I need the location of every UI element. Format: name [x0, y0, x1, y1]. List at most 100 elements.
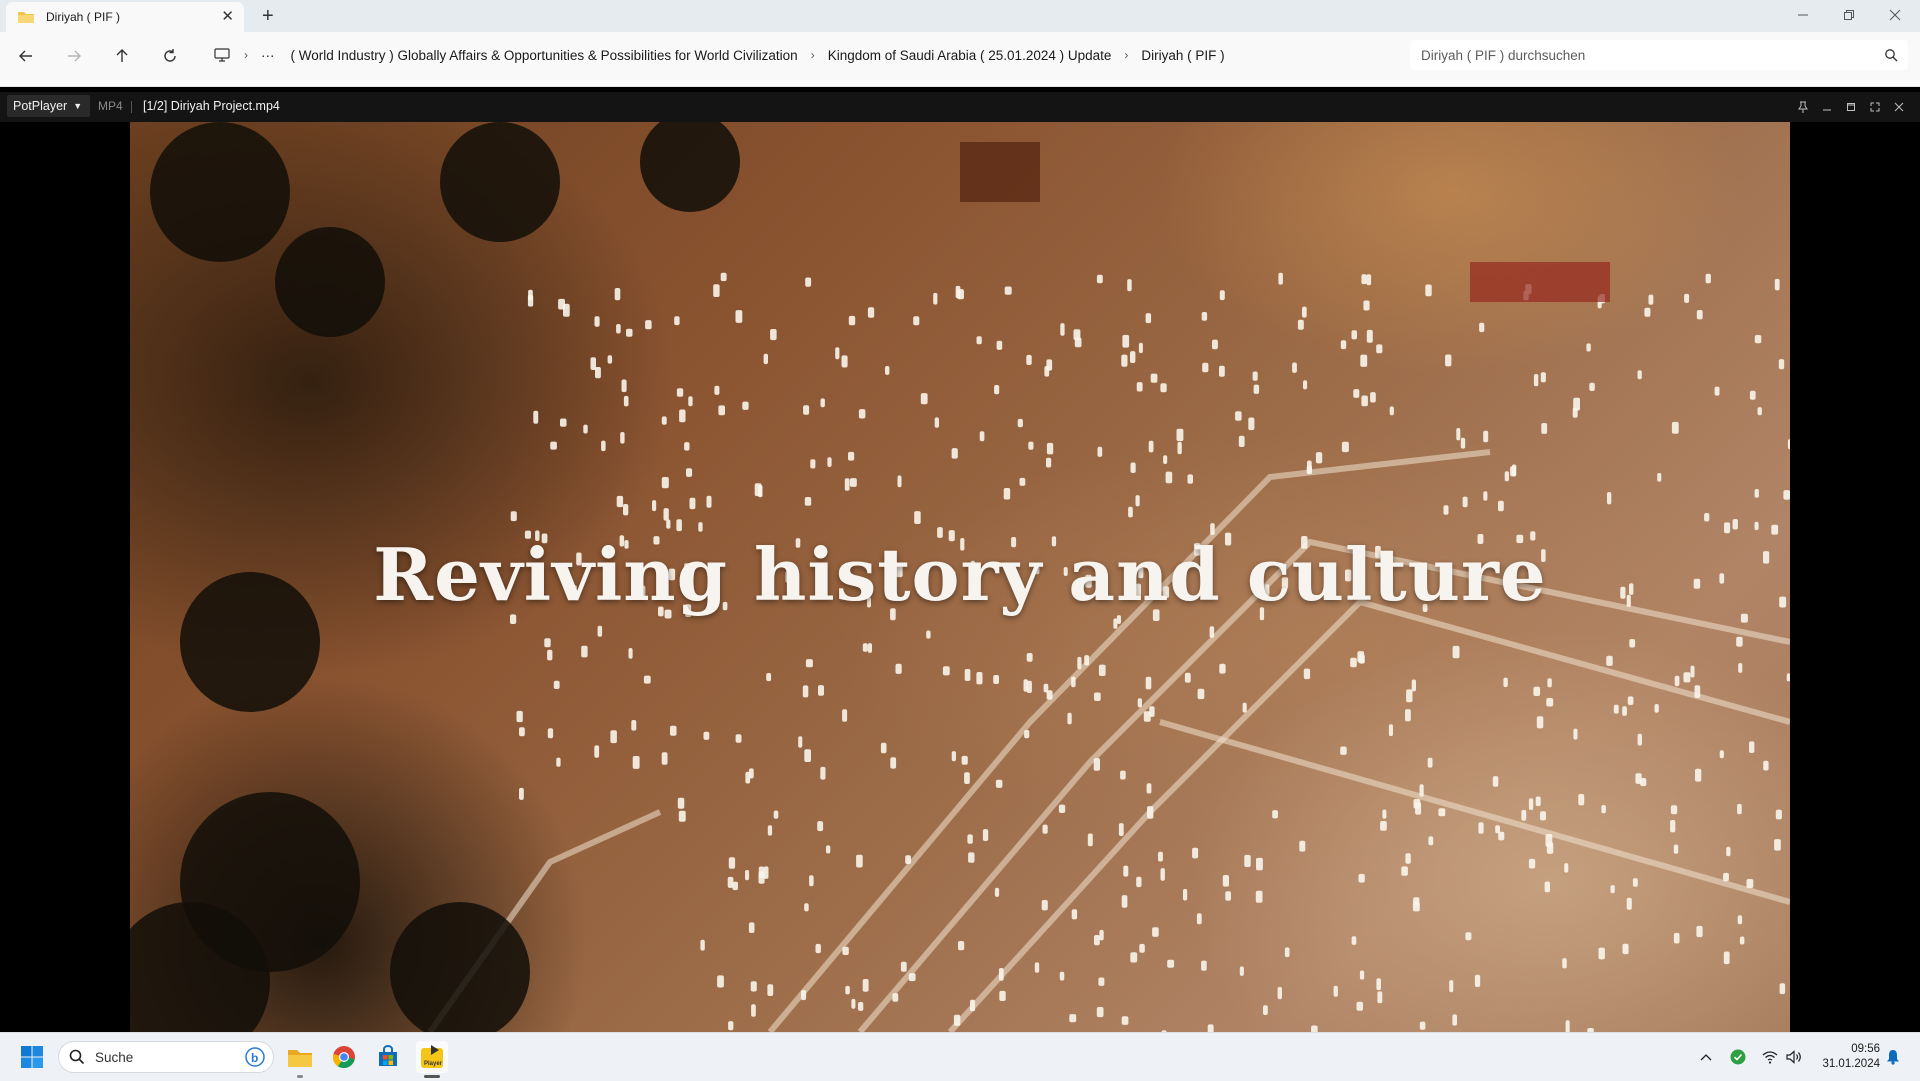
search-icon[interactable]: [1884, 48, 1898, 62]
scene-lantern: [1637, 733, 1642, 746]
scene-lantern: [1573, 728, 1578, 740]
scene-lantern: [810, 459, 816, 469]
system-clock[interactable]: 09:56 31.01.2024: [1800, 1042, 1880, 1072]
scene-lantern: [998, 968, 1004, 981]
scene-lantern: [1562, 958, 1567, 969]
scene-lantern: [1419, 784, 1424, 797]
scene-lantern: [1757, 407, 1762, 416]
security-shield-icon[interactable]: [1728, 1047, 1748, 1067]
breadcrumb-saudi-arabia[interactable]: Kingdom of Saudi Arabia ( 25.01.2024 ) U…: [828, 48, 1112, 63]
scene-lantern: [754, 483, 762, 497]
scene-lantern: [967, 834, 973, 844]
notification-bell-icon[interactable]: [1883, 1047, 1903, 1067]
scene-lantern: [766, 673, 772, 682]
scene-lantern: [1564, 863, 1569, 873]
tab-close-icon[interactable]: ✕: [221, 9, 234, 24]
scene-lantern: [1136, 876, 1142, 888]
scene-lantern: [851, 998, 856, 1009]
player-close-icon[interactable]: [1890, 98, 1908, 116]
scene-lantern: [1160, 868, 1165, 881]
scene-lantern: [735, 734, 742, 743]
scene-lantern: [1644, 307, 1651, 317]
player-maximize-icon[interactable]: [1842, 98, 1860, 116]
scene-lantern: [1474, 974, 1481, 987]
scene-lantern: [1449, 980, 1454, 993]
breadcrumb-more[interactable]: ···: [261, 48, 275, 63]
scene-lantern: [1297, 319, 1304, 330]
player-fullscreen-icon[interactable]: [1866, 98, 1884, 116]
scene-lantern: [1341, 441, 1349, 453]
player-minimize-icon[interactable]: [1818, 98, 1836, 116]
scene-lantern: [763, 353, 768, 365]
scene-lantern: [1130, 952, 1138, 963]
taskbar-search-box[interactable]: Suche b: [58, 1041, 274, 1073]
scene-lantern: [1601, 805, 1606, 814]
chrome-icon[interactable]: [328, 1041, 360, 1073]
scene-lantern: [1278, 272, 1283, 285]
close-window-icon[interactable]: [1872, 0, 1918, 30]
scene-lantern: [1533, 374, 1539, 387]
scene-lantern: [1746, 879, 1754, 889]
file-explorer-icon[interactable]: [284, 1041, 316, 1073]
potplayer-title-bar: PotPlayer ▼ MP4 [1/2] Diriyah Project.mp…: [0, 92, 1920, 122]
scene-lantern: [594, 745, 600, 758]
scene-lantern: [1361, 274, 1367, 285]
scene-lantern: [1754, 335, 1762, 344]
scene-lantern: [1438, 808, 1446, 817]
breadcrumb-world-industry[interactable]: ( World Industry ) Globally Affairs & Op…: [291, 48, 798, 63]
scene-lantern: [1376, 978, 1381, 991]
scene-lantern: [858, 1002, 864, 1011]
scene-lantern: [867, 307, 875, 318]
scene-lantern: [1165, 471, 1173, 484]
scene-lantern: [1589, 382, 1595, 391]
up-icon[interactable]: [110, 44, 134, 68]
scene-lantern: [942, 666, 950, 676]
scene-lantern: [1122, 334, 1130, 348]
scene-lantern: [770, 329, 777, 341]
tab-title: Diriyah ( PIF ): [46, 10, 121, 24]
address-bar[interactable]: › ··· ( World Industry ) Globally Affair…: [200, 40, 1400, 70]
explorer-tab[interactable]: Diriyah ( PIF ) ✕: [6, 2, 244, 32]
scene-lantern: [1152, 927, 1159, 937]
chevron-up-icon[interactable]: [1696, 1047, 1716, 1067]
scene-lantern: [1248, 417, 1255, 431]
breadcrumb-diriyah[interactable]: Diriyah ( PIF ): [1141, 48, 1224, 63]
scene-lantern: [1363, 300, 1370, 311]
scene-lantern: [1023, 679, 1028, 692]
scene-lantern: [1528, 798, 1534, 810]
new-tab-button[interactable]: +: [262, 4, 274, 28]
scene-lantern: [1427, 757, 1433, 768]
minimize-icon[interactable]: [1780, 0, 1826, 30]
scene-lantern: [1303, 380, 1308, 390]
microsoft-store-icon[interactable]: [372, 1041, 404, 1073]
scene-lantern: [547, 728, 554, 739]
scene-lantern: [735, 310, 743, 323]
scene-lantern: [934, 417, 939, 428]
potplayer-icon[interactable]: Player: [416, 1041, 448, 1073]
restore-icon[interactable]: [1826, 0, 1872, 30]
potplayer-menu-button[interactable]: PotPlayer ▼: [7, 95, 91, 117]
scene-lantern: [679, 409, 686, 423]
refresh-icon[interactable]: [158, 44, 182, 68]
scene-lantern: [684, 442, 690, 451]
scene-lantern: [970, 999, 976, 1012]
scene-lantern: [1443, 505, 1449, 515]
scene-lantern: [1629, 639, 1636, 648]
video-frame[interactable]: Reviving history and culture: [130, 122, 1790, 1032]
scene-lantern: [1263, 1005, 1268, 1015]
pin-icon[interactable]: [1794, 98, 1812, 116]
scene-lantern: [516, 710, 523, 723]
active-app-indicator: [424, 1075, 440, 1078]
forward-icon[interactable]: [62, 44, 86, 68]
search-input[interactable]: Diriyah ( PIF ) durchsuchen: [1410, 40, 1908, 70]
scene-lantern: [1648, 294, 1654, 305]
scene-lantern: [1042, 824, 1048, 834]
windows-start-icon[interactable]: [16, 1041, 48, 1073]
scene-lantern: [1306, 465, 1312, 475]
back-icon[interactable]: [14, 44, 38, 68]
scene-lantern: [560, 418, 567, 427]
scene-lantern: [1244, 854, 1251, 867]
bing-icon[interactable]: b: [245, 1047, 265, 1067]
wifi-icon[interactable]: [1760, 1047, 1780, 1067]
scene-lantern: [1736, 636, 1743, 647]
